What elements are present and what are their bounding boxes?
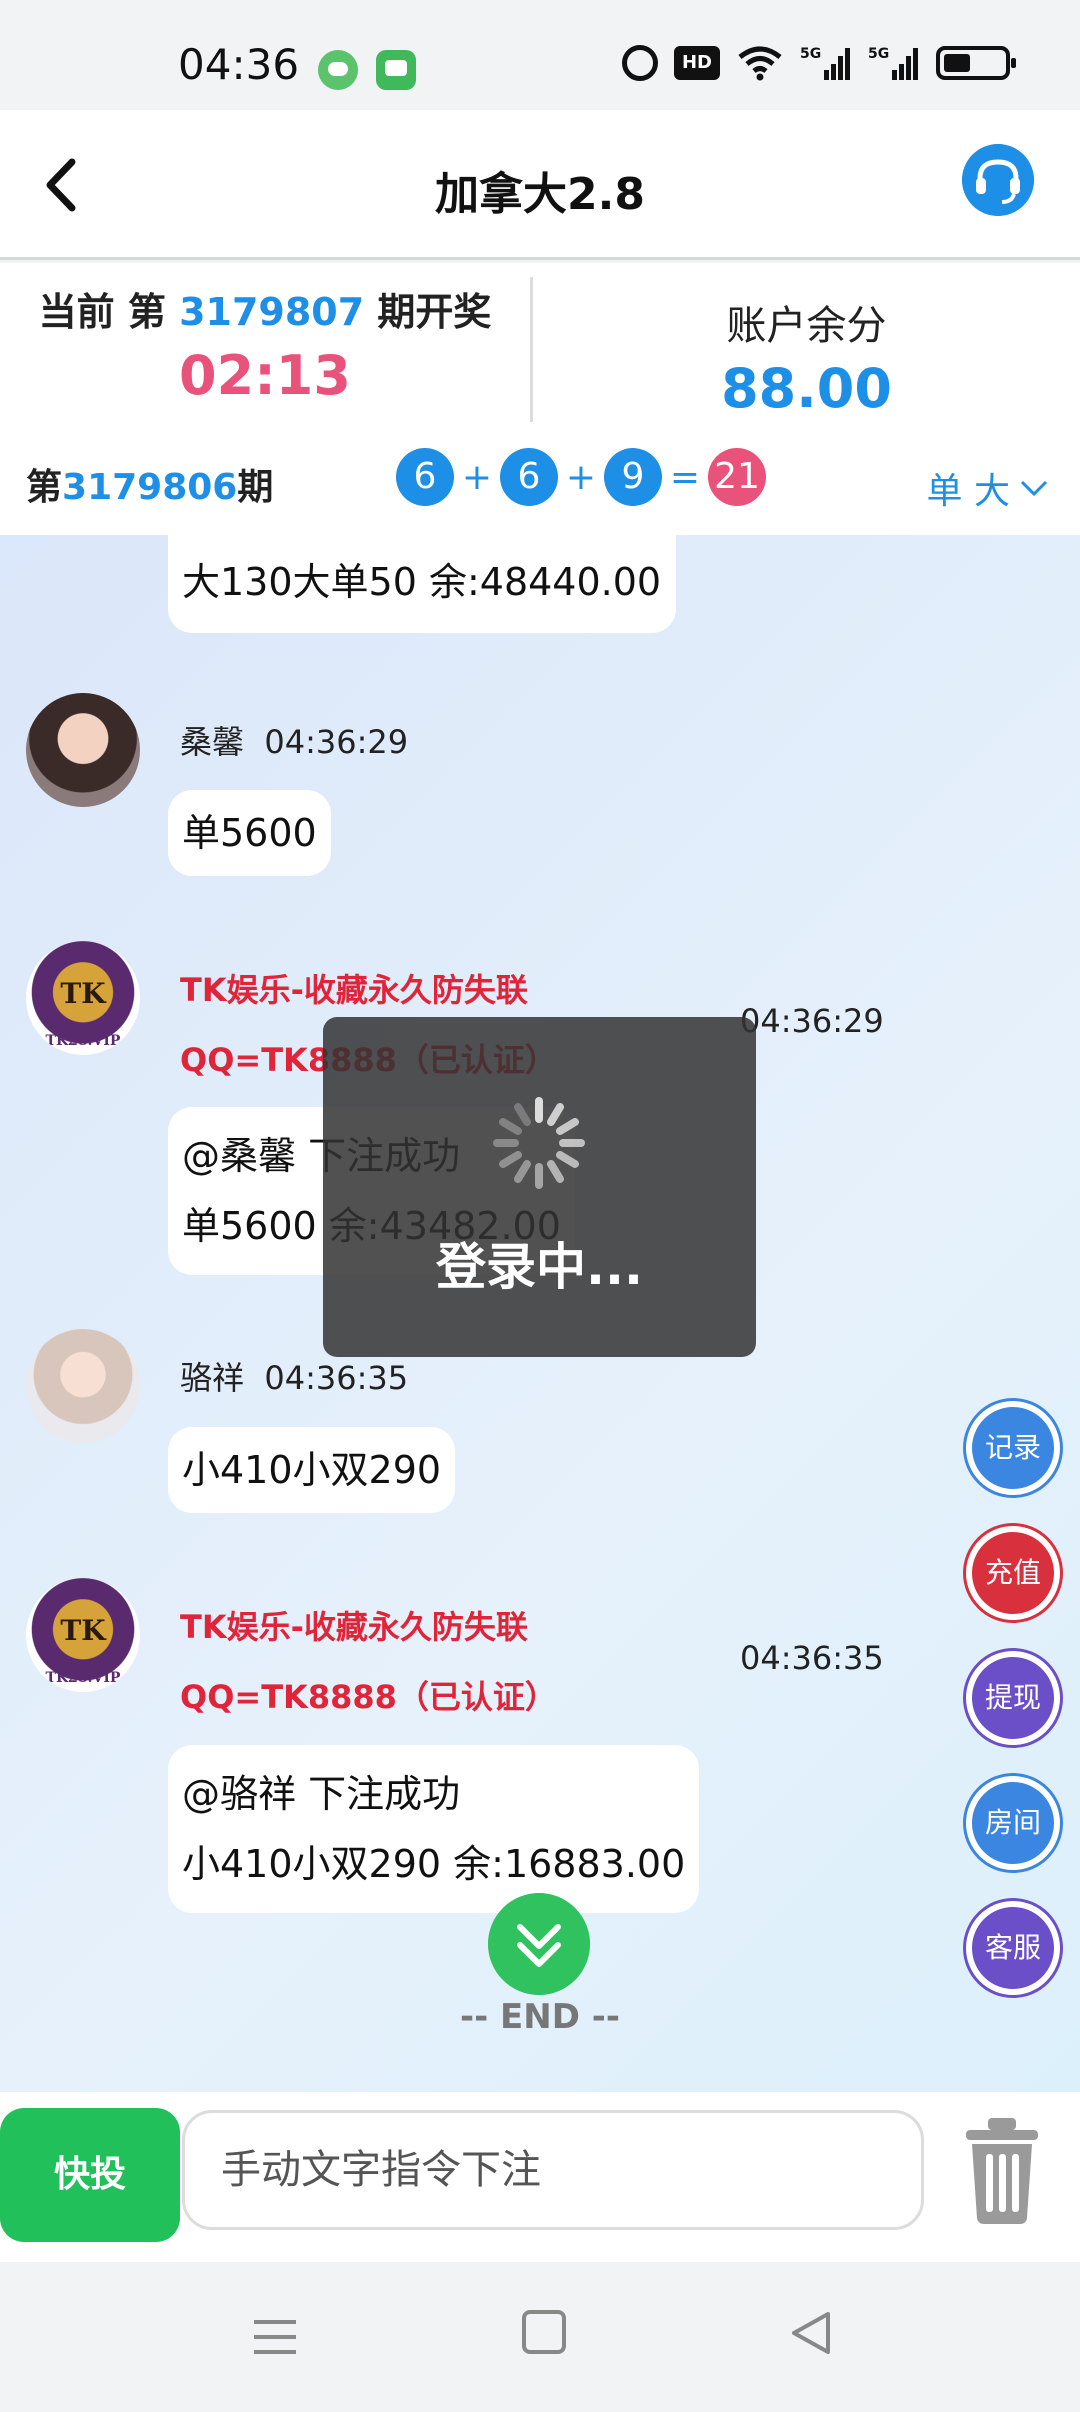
plus-sign: + bbox=[565, 456, 597, 498]
result-sum-ball: 21 bbox=[708, 448, 766, 506]
admin-name: TK娱乐-收藏永久防失联 bbox=[180, 1608, 528, 1646]
loading-text: 登录中... bbox=[436, 1238, 643, 1296]
recharge-label: 充值 bbox=[984, 1556, 1041, 1589]
message-bubble: 小410小双290 bbox=[168, 1427, 456, 1513]
result-tag-label: 单 大 bbox=[926, 471, 1010, 512]
admin-name: TK娱乐-收藏永久防失联 bbox=[180, 971, 528, 1009]
5g-signal-icon: 5G bbox=[868, 46, 918, 80]
admin-qq: QQ=TK8888（已认证） bbox=[180, 1678, 557, 1716]
room-label: 房间 bbox=[984, 1806, 1041, 1839]
result-ball: 6 bbox=[500, 448, 558, 506]
withdraw-label: 提现 bbox=[984, 1681, 1041, 1714]
home-icon[interactable] bbox=[522, 2310, 566, 2354]
input-bar: 快投 bbox=[0, 2092, 1080, 2262]
last-period: 第3179806期 bbox=[26, 458, 273, 510]
equals-sign: = bbox=[669, 456, 701, 498]
draw-info-panel: 当前 第 3179807 期开奖 02:13 账户余分 88.00 第31798… bbox=[0, 263, 1080, 535]
balance-value: 88.00 bbox=[721, 357, 892, 420]
message-time: 04:36:29 bbox=[264, 723, 409, 761]
svg-text:5G: 5G bbox=[800, 46, 821, 62]
status-time: 04:36 bbox=[178, 40, 300, 89]
message-text: 大130大单50 余:48440.00 bbox=[182, 560, 662, 604]
result-tag[interactable]: 单 大 bbox=[927, 462, 1048, 514]
loading-toast: 登录中... bbox=[323, 1017, 756, 1357]
message-bubble: @骆祥 下注成功 小410小双290 余:16883.00 bbox=[168, 1745, 700, 1913]
result-ball: 6 bbox=[396, 448, 454, 506]
message-text: 小410小双290 bbox=[182, 1448, 442, 1492]
message-text: 小410小双290 余:16883.00 bbox=[182, 1842, 686, 1886]
last-period-number: 3179806 bbox=[62, 467, 238, 508]
sender-name: 桑馨 bbox=[180, 723, 245, 761]
message-bubble: 单5600 bbox=[168, 790, 331, 876]
withdraw-button[interactable]: 提现 bbox=[966, 1651, 1060, 1745]
result-balls: 6 + 6 + 9 = 21 bbox=[396, 448, 766, 506]
tk-logo-avatar[interactable]: TK TK28.VIP bbox=[26, 941, 140, 1055]
menu-icon[interactable] bbox=[250, 2312, 300, 2362]
room-button[interactable]: 房间 bbox=[966, 1776, 1060, 1870]
current-period-section: 当前 第 3179807 期开奖 02:13 bbox=[0, 263, 530, 428]
current-period-number: 3179807 bbox=[179, 290, 365, 334]
service-button[interactable]: 客服 bbox=[966, 1901, 1060, 1995]
app-header: 加拿大2.8 bbox=[0, 110, 1080, 260]
loading-spinner-icon bbox=[493, 1097, 585, 1189]
logo-url: TK28.VIP bbox=[45, 1033, 121, 1049]
logo-text: TK bbox=[60, 1614, 106, 1647]
chevron-down-icon bbox=[1020, 480, 1048, 497]
avatar[interactable] bbox=[26, 1329, 140, 1443]
status-icons: HD 5G 5G bbox=[622, 44, 1016, 82]
current-period-suffix: 期开奖 bbox=[377, 290, 492, 334]
logo-text: TK bbox=[60, 977, 106, 1010]
command-input[interactable] bbox=[182, 2110, 924, 2230]
records-label: 记录 bbox=[984, 1431, 1041, 1464]
system-nav-bar bbox=[0, 2262, 1080, 2412]
alarm-icon bbox=[622, 45, 658, 81]
logo-url: TK28.VIP bbox=[45, 1670, 121, 1686]
headset-icon[interactable] bbox=[962, 144, 1034, 216]
records-button[interactable]: 记录 bbox=[966, 1401, 1060, 1495]
scroll-down-icon[interactable] bbox=[488, 1893, 590, 1995]
result-ball: 9 bbox=[604, 448, 662, 506]
chat-app-icon bbox=[376, 50, 416, 90]
trash-icon[interactable] bbox=[964, 2114, 1040, 2226]
plus-sign: + bbox=[461, 456, 493, 498]
balance-label: 账户余分 bbox=[726, 303, 887, 349]
wifi-icon bbox=[738, 46, 782, 81]
message-text: @骆祥 下注成功 bbox=[182, 1772, 461, 1816]
battery-icon bbox=[936, 46, 1016, 80]
page-title: 加拿大2.8 bbox=[435, 169, 645, 220]
last-result-row[interactable]: 第3179806期 6 + 6 + 9 = 21 单 大 bbox=[0, 428, 1080, 528]
end-label: -- END -- bbox=[459, 1997, 621, 2037]
hd-icon: HD bbox=[674, 46, 720, 80]
service-label: 客服 bbox=[984, 1931, 1041, 1964]
message-sender: 骆祥 04:36:35 bbox=[180, 1353, 408, 1399]
message-sender: 桑馨 04:36:29 bbox=[180, 717, 408, 763]
message-time: 04:36:35 bbox=[264, 1359, 409, 1397]
tk-logo-avatar[interactable]: TK TK28.VIP bbox=[26, 1578, 140, 1692]
recharge-button[interactable]: 充值 bbox=[966, 1526, 1060, 1620]
message-bubble: 大130大单50 余:48440.00 bbox=[168, 535, 676, 633]
message-text: 单5600 bbox=[182, 811, 317, 855]
pop-notification-icon bbox=[318, 50, 358, 90]
last-period-suffix: 期 bbox=[237, 467, 274, 508]
message-time: 04:36:35 bbox=[740, 1639, 884, 1677]
svg-text:5G: 5G bbox=[868, 46, 889, 62]
message-time: 04:36:29 bbox=[740, 1002, 884, 1040]
avatar[interactable] bbox=[26, 693, 140, 807]
current-period-prefix: 当前 第 bbox=[38, 290, 166, 334]
countdown-timer: 02:13 bbox=[179, 344, 351, 407]
balance-section: 账户余分 88.00 bbox=[533, 263, 1080, 428]
back-triangle-icon[interactable] bbox=[788, 2310, 834, 2356]
5g-signal-icon: 5G bbox=[800, 46, 850, 80]
last-period-prefix: 第 bbox=[26, 467, 63, 508]
quick-bet-button[interactable]: 快投 bbox=[0, 2108, 180, 2242]
current-period-line: 当前 第 3179807 期开奖 bbox=[0, 281, 530, 336]
status-bar: 04:36 HD 5G 5G bbox=[0, 0, 1080, 110]
sender-name: 骆祥 bbox=[180, 1359, 245, 1397]
